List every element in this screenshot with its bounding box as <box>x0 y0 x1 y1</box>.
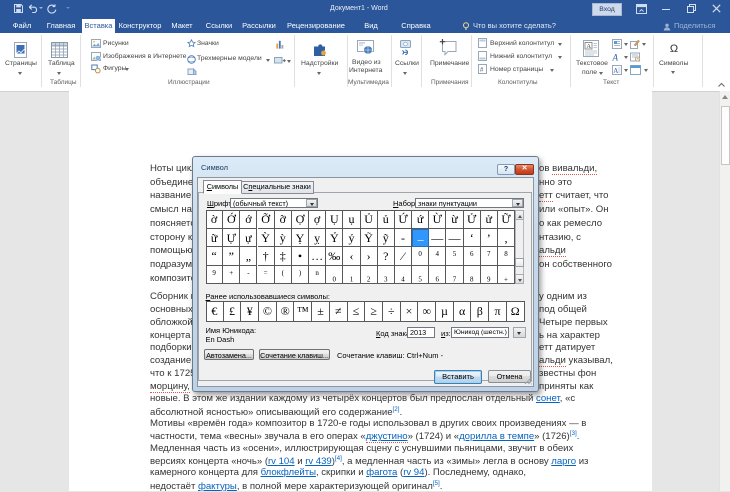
svg-text:A: A <box>612 53 619 63</box>
svg-text:A: A <box>613 67 618 75</box>
svg-text:A: A <box>586 43 591 50</box>
